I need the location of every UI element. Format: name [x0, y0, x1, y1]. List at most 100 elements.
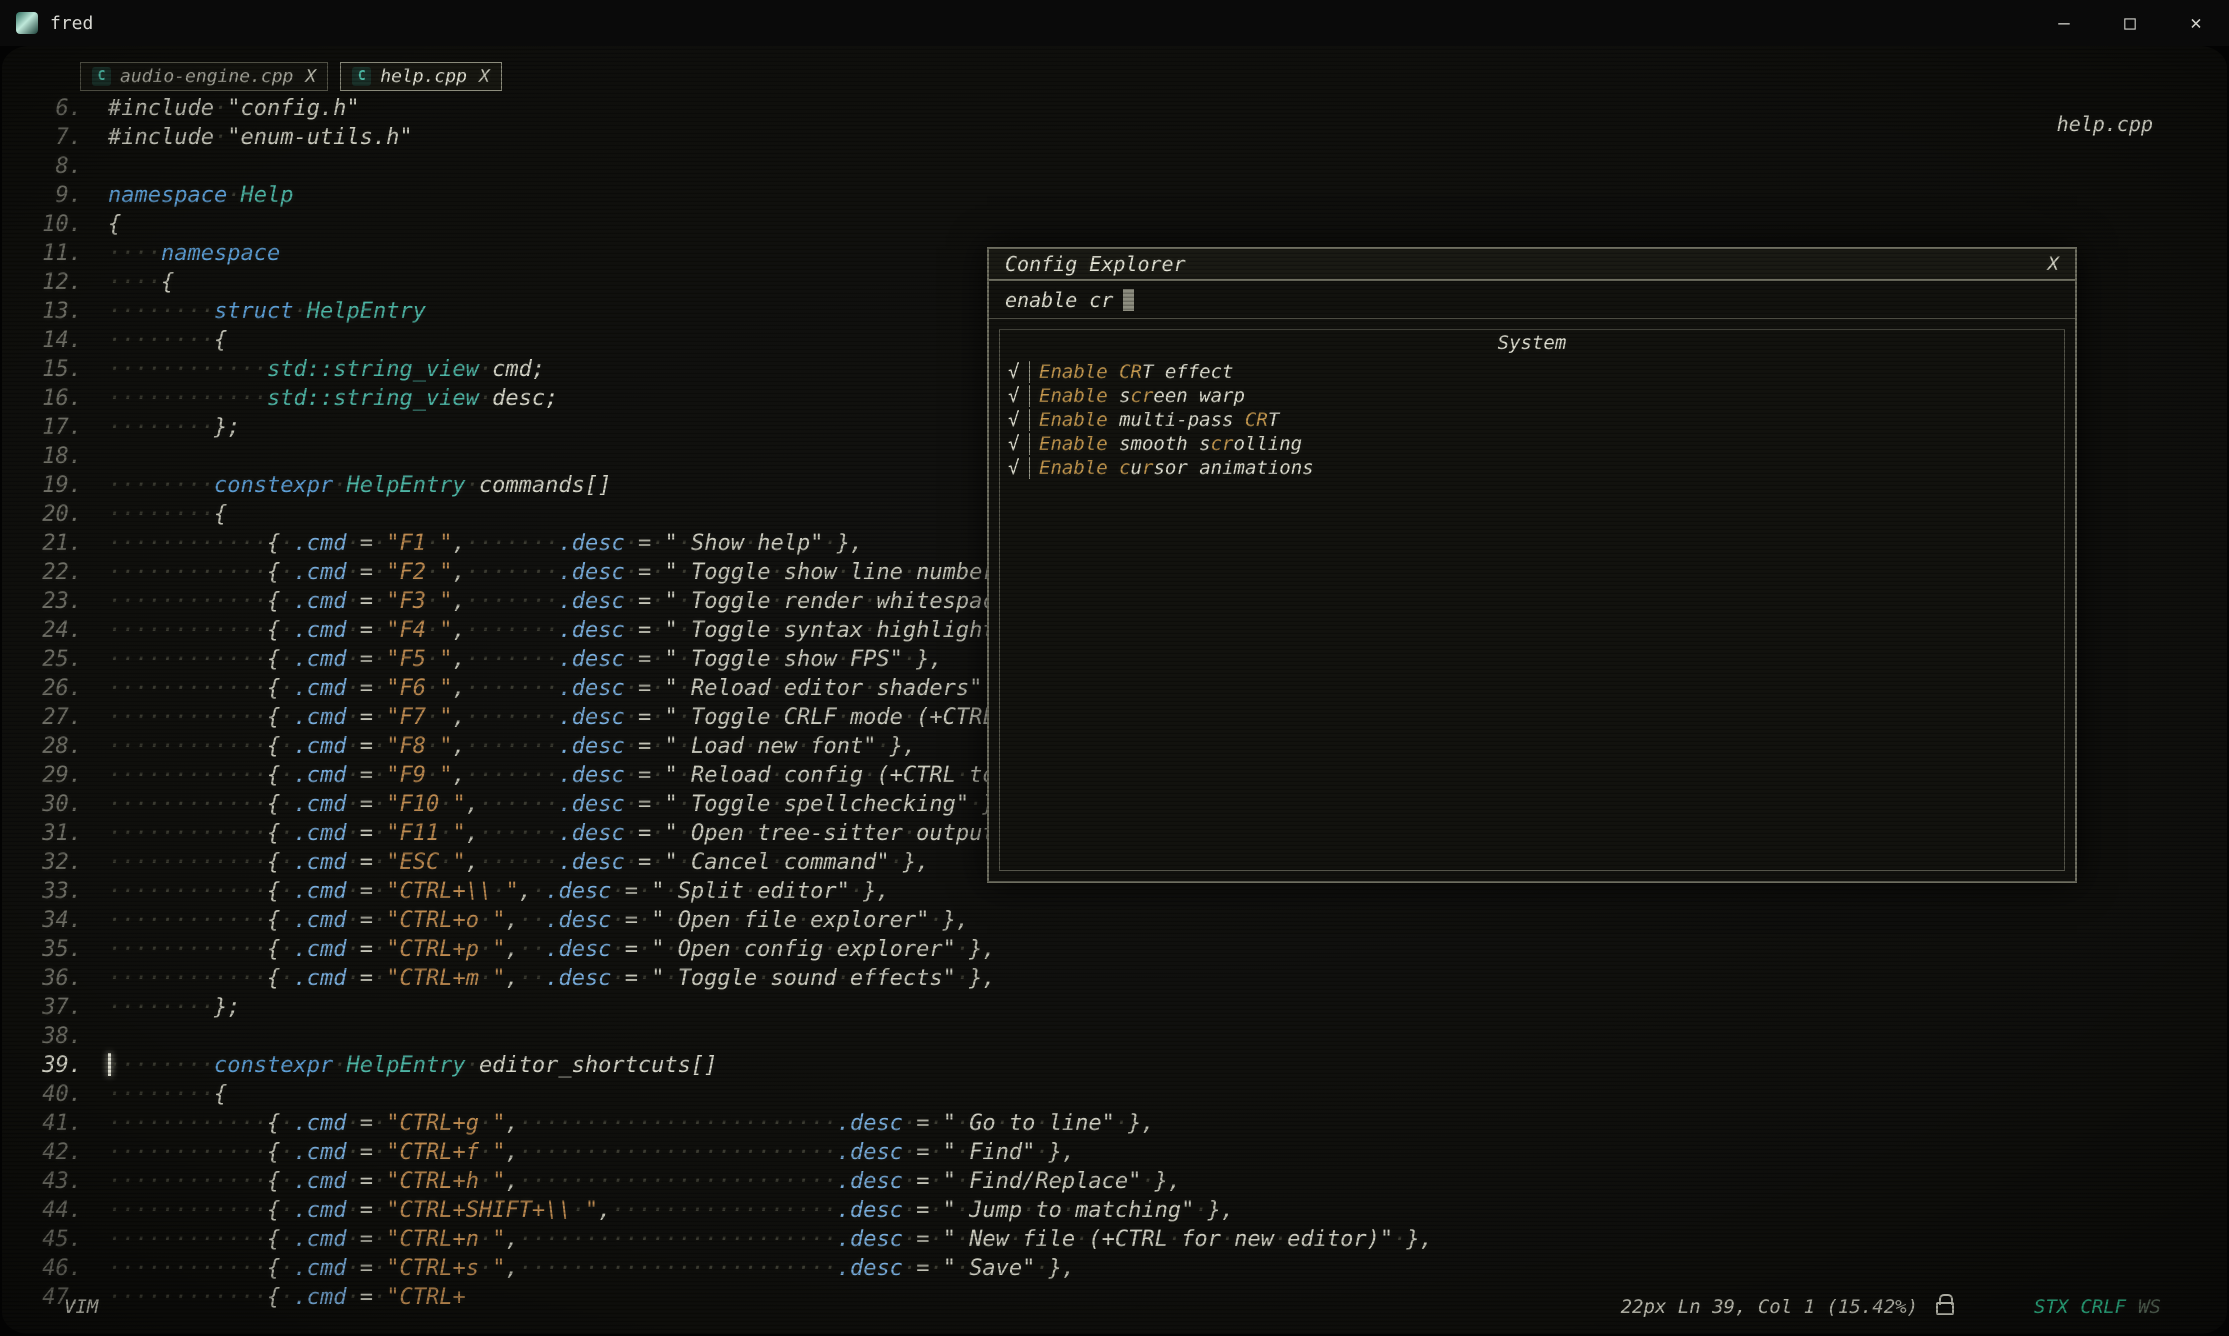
line-content: ············{·.cmd·=·"CTRL+h·",·········…: [108, 1167, 1181, 1196]
line-content: ············{·.cmd·=·"CTRL+\\·",·.desc·=…: [108, 877, 890, 906]
active-filename: help.cpp: [2057, 112, 2153, 136]
line-number: 27.: [26, 703, 82, 732]
status-crlf: CRLF: [2080, 1296, 2126, 1318]
line-number: 41.: [26, 1109, 82, 1138]
checkbox-checked-icon[interactable]: √: [1008, 361, 1030, 383]
config-option-label: Enable CRT effect: [1039, 361, 1234, 383]
line-content: ············{·.cmd·=·"CTRL+n·",·········…: [108, 1225, 1433, 1254]
titlebar: fred — □ ✕: [0, 0, 2229, 46]
code-line[interactable]: 6. #include·"config.h": [26, 94, 2227, 123]
tab-help.cpp[interactable]: Chelp.cppX: [340, 62, 502, 91]
line-number: 40.: [26, 1080, 82, 1109]
line-number: 8.: [26, 152, 82, 181]
line-content: ········constexpr·HelpEntry·commands[]: [108, 471, 611, 500]
status-bar: VIM 22px Ln 39, Col 1 (15.42%) STX CRLF …: [2, 1290, 2227, 1334]
titlebar-left: fred: [16, 12, 93, 34]
search-text-cursor: [1123, 289, 1134, 311]
checkbox-checked-icon[interactable]: √: [1008, 433, 1030, 455]
app-icon: [16, 12, 38, 34]
close-button[interactable]: ✕: [2163, 0, 2229, 46]
line-number: 35.: [26, 935, 82, 964]
line-content: ············{·.cmd·=·"F11·",······.desc·…: [108, 819, 1049, 848]
code-line[interactable]: 40. ········{: [26, 1080, 2227, 1109]
checkbox-checked-icon[interactable]: √: [1008, 457, 1030, 479]
config-option[interactable]: √ Enable multi-pass CRT: [1008, 408, 2056, 432]
code-line[interactable]: 41.············{·.cmd·=·"CTRL+g·",······…: [26, 1109, 2227, 1138]
line-number: 13.: [26, 297, 82, 326]
line-content: ············{·.cmd·=·"CTRL+s·",·········…: [108, 1254, 1075, 1283]
line-number: 29.: [26, 761, 82, 790]
line-number: 31.: [26, 819, 82, 848]
popup-titlebar[interactable]: Config Explorer X: [989, 249, 2075, 281]
popup-close-button[interactable]: X: [2048, 253, 2059, 275]
line-content: #include·"config.h": [108, 94, 360, 123]
code-line[interactable]: 35.············{·.cmd·=·"CTRL+p·",··.des…: [26, 935, 2227, 964]
line-number: 36.: [26, 964, 82, 993]
tab-close-icon[interactable]: X: [479, 66, 490, 87]
config-option[interactable]: √Enable screen warp: [1008, 384, 2056, 408]
code-line[interactable]: 8.: [26, 152, 2227, 181]
line-content: ········{: [108, 500, 227, 529]
line-content: namespace·Help: [108, 181, 293, 210]
line-content: ············{·.cmd·=·"CTRL+SHIFT+\\·",··…: [108, 1196, 1234, 1225]
code-line[interactable]: 7.#include·"enum-utils.h": [26, 123, 2227, 152]
line-content: ············{·.cmd·=·"F3·",·······.desc·…: [108, 587, 1062, 616]
line-number: 39.: [26, 1051, 82, 1080]
tab-audio-engine.cpp[interactable]: Caudio-engine.cppX: [80, 62, 328, 91]
line-number: 19.: [26, 471, 82, 500]
config-option[interactable]: √ Enable smooth scrolling: [1008, 432, 2056, 456]
line-number: 24.: [26, 616, 82, 645]
checkbox-checked-icon[interactable]: √: [1008, 385, 1030, 407]
code-line[interactable]: 46. ············{·.cmd·=·"CTRL+s·",······…: [26, 1254, 2227, 1283]
code-line[interactable]: 44.············{·.cmd·=·"CTRL+SHIFT+\\·"…: [26, 1196, 2227, 1225]
line-number: 46.: [26, 1254, 82, 1283]
status-right: 22px Ln 39, Col 1 (15.42%) STX CRLF WS: [1621, 1296, 2161, 1318]
line-content: ········constexpr·HelpEntry·editor_short…: [108, 1051, 717, 1080]
code-line[interactable]: 39. ········constexpr·HelpEntry·editor_sh…: [26, 1051, 2227, 1080]
maximize-button[interactable]: □: [2097, 0, 2163, 46]
code-line[interactable]: 45.············{·.cmd·=·"CTRL+n·",······…: [26, 1225, 2227, 1254]
line-content: ········struct·HelpEntry: [108, 297, 426, 326]
code-line[interactable]: 42. ············{·.cmd·=·"CTRL+f·",······…: [26, 1138, 2227, 1167]
line-content: ············{·.cmd·=·"CTRL+f·",·········…: [108, 1138, 1075, 1167]
line-number: 26.: [26, 674, 82, 703]
tab-bar: Caudio-engine.cppXChelp.cppX: [80, 62, 502, 91]
app-window: fred — □ ✕ Caudio-engine.cppXChelp.cppX …: [0, 0, 2229, 1336]
line-number: 37.: [26, 993, 82, 1022]
config-search-input[interactable]: enable cr: [989, 281, 2075, 319]
code-line[interactable]: 37.········};: [26, 993, 2227, 1022]
line-number: 6.: [26, 94, 82, 123]
line-number: 20.: [26, 500, 82, 529]
tab-label: audio-engine.cpp: [120, 66, 293, 87]
config-option-label: Enable multi-pass CRT: [1039, 409, 1279, 431]
tab-close-icon[interactable]: X: [305, 66, 316, 87]
line-content: ············{·.cmd·=·"CTRL+m·",··.desc·=…: [108, 964, 996, 993]
config-option[interactable]: √ Enable CRT effect: [1008, 360, 2056, 384]
checkbox-checked-icon[interactable]: √: [1008, 409, 1030, 431]
line-content: ········{: [108, 1080, 227, 1109]
config-search-query: enable cr: [1005, 288, 1113, 312]
code-line[interactable]: 10. {: [26, 210, 2227, 239]
minimize-button[interactable]: —: [2031, 0, 2097, 46]
config-option-label: Enable smooth scrolling: [1039, 433, 1302, 455]
line-content: ············{·.cmd·=·"F5·",·······.desc·…: [108, 645, 943, 674]
code-line[interactable]: 34.············{·.cmd·=·"CTRL+o·",··.des…: [26, 906, 2227, 935]
code-line[interactable]: 38.: [26, 1022, 2227, 1051]
line-number: 43.: [26, 1167, 82, 1196]
line-number: 23.: [26, 587, 82, 616]
line-content: ············std::string_view·cmd;: [108, 355, 545, 384]
line-number: 32.: [26, 848, 82, 877]
line-number: 10.: [26, 210, 82, 239]
config-option[interactable]: √Enable cursor animations: [1008, 456, 2056, 480]
code-line[interactable]: 43. ············{·.cmd·=·"CTRL+h·",······…: [26, 1167, 2227, 1196]
code-line[interactable]: 9.namespace·Help: [26, 181, 2227, 210]
config-options: √Enable CRT effect√Enable screen warp√En…: [1008, 360, 2056, 480]
line-content: ············{·.cmd·=·"F4·",·······.desc·…: [108, 616, 1088, 645]
line-number: 42.: [26, 1138, 82, 1167]
line-number: 7.: [26, 123, 82, 152]
line-number: 25.: [26, 645, 82, 674]
line-number: 22.: [26, 558, 82, 587]
code-line[interactable]: 36. ············{·.cmd·=·"CTRL+m·",··.des…: [26, 964, 2227, 993]
line-content: {: [108, 210, 121, 239]
line-number: 11.: [26, 239, 82, 268]
